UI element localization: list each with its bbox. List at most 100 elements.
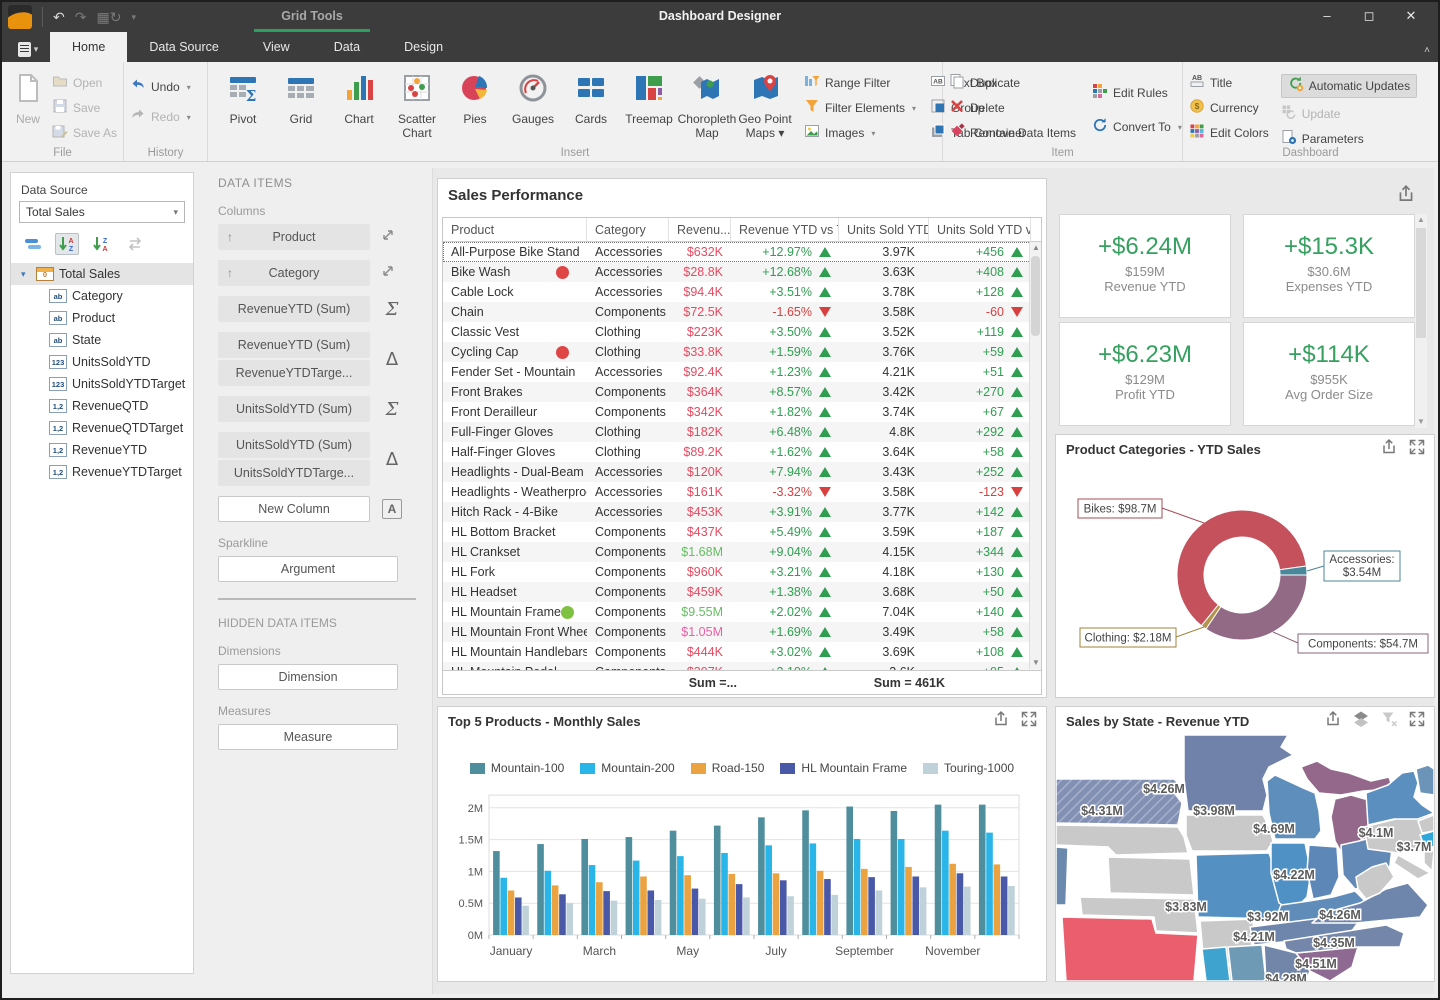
state-al[interactable] — [1228, 945, 1266, 981]
application-menu-button[interactable]: ▾ — [10, 36, 46, 62]
table-row[interactable]: Hitch Rack - 4-BikeAccessories$453K+3.91… — [443, 502, 1041, 522]
tab-design[interactable]: Design — [382, 32, 465, 62]
choropleth-map-button[interactable]: Choropleth Map — [678, 66, 736, 141]
bar-road-150-march[interactable] — [596, 882, 603, 935]
swap-fields-button[interactable] — [123, 233, 147, 255]
gauges-button[interactable]: Gauges — [504, 66, 562, 141]
bar-hl-mountain-frame-march[interactable] — [603, 891, 610, 935]
pivot-button[interactable]: ΣPivot — [214, 66, 272, 141]
bar-touring-1000-january[interactable] — [522, 906, 529, 935]
bar-hl-mountain-frame-december[interactable] — [1001, 876, 1008, 935]
tree-field-unitssoldytd[interactable]: 123UnitsSoldYTD — [11, 351, 193, 373]
bar-mountain-100-december[interactable] — [979, 805, 986, 935]
bar-hl-mountain-frame-september[interactable] — [868, 877, 875, 935]
column-header-4[interactable]: Revenue YTD vs T... — [731, 218, 839, 241]
treemap-button[interactable]: Treemap — [620, 66, 678, 141]
grid-vertical-scrollbar[interactable]: ▲ ▼ — [1029, 242, 1041, 669]
edit-rules-button[interactable]: Edit Rules — [1092, 84, 1182, 102]
tree-field-product[interactable]: abProduct — [11, 307, 193, 329]
donut-slice-components[interactable] — [1206, 575, 1307, 640]
pies-button[interactable]: Pies — [446, 66, 504, 141]
cards-scrollbar[interactable]: ▲ ▼ — [1415, 214, 1427, 428]
bar-hl-mountain-frame-june[interactable] — [736, 884, 743, 935]
legend-item-touring-1000[interactable]: Touring-1000 — [923, 761, 1014, 775]
bar-mountain-200-august[interactable] — [810, 843, 817, 935]
state-ks[interactable] — [1108, 857, 1194, 895]
bar-mountain-100-march[interactable] — [581, 839, 588, 935]
column-header-1[interactable]: Product — [443, 218, 587, 241]
table-row[interactable]: Classic VestClothing$223K+3.50%3.52K+119 — [443, 322, 1041, 342]
transpose-icon[interactable] — [380, 227, 396, 247]
tree-field-revenueytdtarget[interactable]: 1,2RevenueYTDTarget — [11, 461, 193, 483]
tree-field-state[interactable]: abState — [11, 329, 193, 351]
table-row[interactable]: HL Mountain PedalComponents$397K+2.10%3.… — [443, 662, 1041, 670]
table-row[interactable]: Front DerailleurComponents$342K+1.82%3.7… — [443, 402, 1041, 422]
bar-mountain-200-february[interactable] — [545, 871, 552, 935]
bar-mountain-200-july[interactable] — [765, 845, 772, 935]
maximize-icon[interactable] — [1408, 438, 1426, 461]
bar-mountain-200-january[interactable] — [500, 878, 507, 935]
data-item-chip-revenueytd-sum[interactable]: RevenueYTD (Sum) — [218, 332, 370, 358]
table-row[interactable]: HL ForkComponents$960K+3.21%4.18K+130 — [443, 562, 1041, 582]
tree-field-category[interactable]: abCategory — [11, 285, 193, 307]
maximize-icon[interactable] — [1020, 710, 1038, 733]
data-source-select[interactable]: Total Sales ▾ — [19, 201, 185, 223]
filter-elements-button[interactable]: Filter Elements▾ — [804, 99, 916, 117]
bar-road-150-april[interactable] — [640, 876, 647, 935]
bar-hl-mountain-frame-july[interactable] — [780, 880, 787, 935]
bar-mountain-200-december[interactable] — [986, 833, 993, 935]
export-icon[interactable] — [1380, 438, 1398, 461]
close-button[interactable]: ✕ — [1390, 2, 1432, 32]
bar-touring-1000-november[interactable] — [964, 887, 971, 935]
new-column-slot[interactable]: New Column — [218, 496, 370, 522]
data-item-chip-category[interactable]: ↑Category — [218, 260, 370, 286]
layers-icon[interactable] — [1352, 710, 1370, 733]
table-row[interactable]: HL HeadsetComponents$459K+1.38%3.68K+50 — [443, 582, 1041, 602]
data-item-chip-revenueytdtarge[interactable]: RevenueYTDTarge... — [218, 360, 370, 386]
range-filter-button[interactable]: Range Filter — [804, 74, 916, 92]
cards-button[interactable]: Cards — [562, 66, 620, 141]
bar-mountain-200-april[interactable] — [633, 861, 640, 935]
table-row[interactable]: HL Bottom BracketComponents$437K+5.49%3.… — [443, 522, 1041, 542]
legend-item-road-150[interactable]: Road-150 — [691, 761, 765, 775]
table-row[interactable]: ChainComponents$72.5K-1.65%3.58K-60 — [443, 302, 1041, 322]
kpi-card-expenses-ytd[interactable]: +$15.3K$30.6MExpenses YTD — [1243, 214, 1415, 318]
tab-data[interactable]: Data — [312, 32, 382, 62]
table-row[interactable]: Half-Finger GlovesClothing$89.2K+1.62%3.… — [443, 442, 1041, 462]
bar-road-150-february[interactable] — [552, 885, 559, 935]
bar-road-150-august[interactable] — [817, 871, 824, 935]
save-button[interactable]: Save — [52, 99, 117, 117]
bar-touring-1000-april[interactable] — [655, 900, 662, 935]
bar-mountain-100-october[interactable] — [891, 811, 898, 935]
bar-road-150-october[interactable] — [905, 867, 912, 935]
bar-hl-mountain-frame-february[interactable] — [559, 894, 566, 935]
scroll-down-icon[interactable]: ▼ — [1030, 657, 1042, 669]
tree-field-revenueqtd[interactable]: 1,2RevenueQTD — [11, 395, 193, 417]
state-vt[interactable] — [1416, 765, 1434, 795]
legend-item-mountain-100[interactable]: Mountain-100 — [470, 761, 564, 775]
parameters-button[interactable]: Parameters — [1281, 130, 1417, 148]
currency-button[interactable]: $Currency — [1189, 99, 1269, 117]
collapse-ribbon-icon[interactable]: ˄ — [1424, 45, 1430, 56]
bar-chart[interactable]: 0M0.5M1M1.5M2MJanuaryMarchMayJulySeptemb… — [438, 787, 1046, 977]
bar-mountain-200-june[interactable] — [721, 853, 728, 935]
state-ne[interactable] — [1056, 825, 1188, 855]
table-row[interactable]: Bike WashAccessories$28.8K+12.68%3.63K+4… — [443, 262, 1041, 282]
hidden-dimension-slot[interactable]: Dimension — [218, 664, 398, 690]
field-list-view-button[interactable] — [21, 233, 45, 255]
data-item-chip-revenueytd-sum[interactable]: RevenueYTD (Sum) — [218, 296, 370, 322]
hidden-measure-slot[interactable]: Measure — [218, 724, 398, 750]
duplicate-button[interactable]: Duplicate — [949, 74, 1076, 92]
state-ms[interactable] — [1202, 947, 1230, 981]
transpose-icon[interactable] — [380, 263, 396, 283]
bar-hl-mountain-frame-january[interactable] — [515, 897, 522, 935]
grid-button[interactable]: Grid — [272, 66, 330, 141]
table-row[interactable]: Front BrakesComponents$364K+8.57%3.42K+2… — [443, 382, 1041, 402]
tree-field-revenueqtdtarget[interactable]: 1,2RevenueQTDTarget — [11, 417, 193, 439]
automatic-updates-button[interactable]: Automatic Updates — [1281, 74, 1417, 98]
save-as-button[interactable]: Save As — [52, 124, 117, 142]
tab-view[interactable]: View — [241, 32, 312, 62]
bar-road-150-may[interactable] — [684, 875, 691, 935]
open-button[interactable]: Open — [52, 74, 117, 92]
sort-descending-button[interactable]: ZA — [89, 233, 113, 255]
